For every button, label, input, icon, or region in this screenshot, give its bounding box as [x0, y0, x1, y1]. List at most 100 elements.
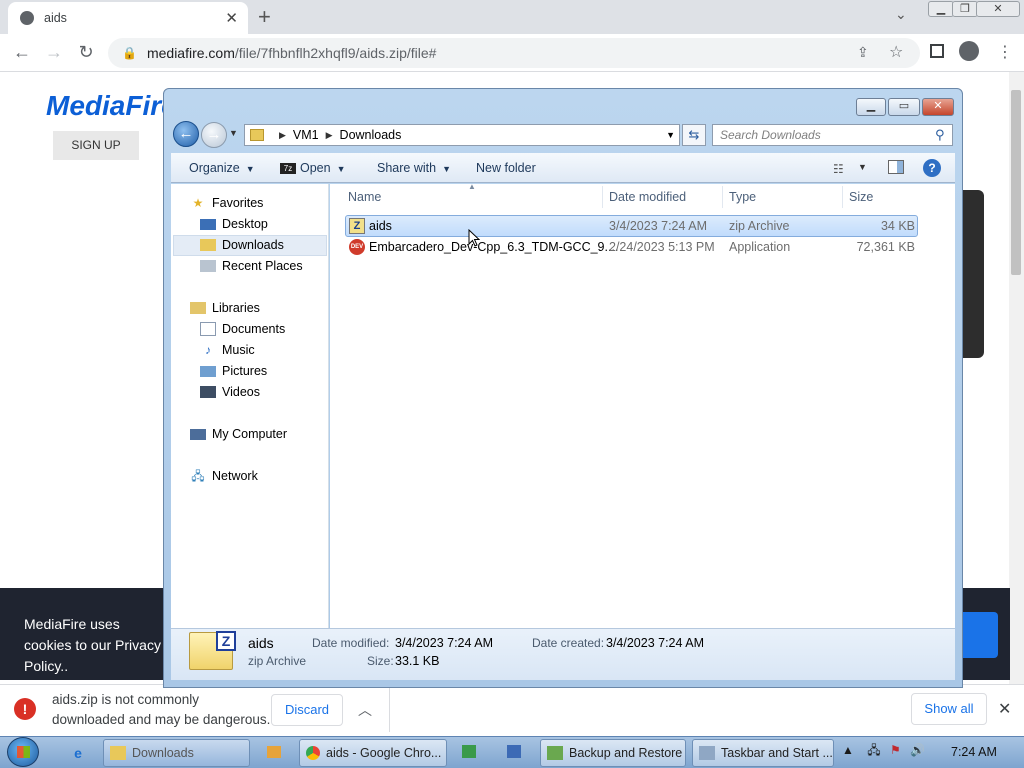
nav-label: Desktop: [222, 217, 268, 231]
preview-pane-icon[interactable]: [888, 160, 904, 174]
refresh-icon[interactable]: ⇆: [682, 124, 706, 146]
tray-volume-icon[interactable]: 🔊: [910, 743, 925, 757]
close-window-button[interactable]: ✕: [976, 1, 1020, 17]
share-with-button[interactable]: Share with ▼: [377, 161, 451, 175]
explorer-minimize-button[interactable]: ▁: [856, 98, 886, 116]
back-arrow-icon[interactable]: ←: [10, 42, 34, 63]
tab-search-chevron-icon[interactable]: ⌄: [895, 6, 907, 23]
search-icon[interactable]: ⚲: [935, 127, 945, 143]
breadcrumb-downloads[interactable]: Downloads: [340, 128, 402, 142]
tray-expand-icon[interactable]: ▲: [842, 743, 854, 757]
clock[interactable]: 7:24 AM: [951, 745, 997, 759]
taskbar-backup-restore[interactable]: Backup and Restore: [540, 739, 686, 767]
column-header-size[interactable]: Size: [849, 190, 873, 204]
tray-network-icon[interactable]: 🖧: [867, 743, 880, 757]
breadcrumb-vm1[interactable]: VM1: [293, 128, 319, 142]
discard-button[interactable]: Discard: [271, 694, 343, 726]
taskbar-label: aids - Google Chro...: [326, 746, 442, 760]
organize-button[interactable]: Organize ▼: [189, 161, 255, 175]
zip-archive-large-icon: Z: [189, 631, 236, 670]
column-separator[interactable]: [602, 186, 603, 208]
share-icon[interactable]: ⇪: [857, 44, 869, 61]
nav-downloads[interactable]: Downloads: [200, 238, 284, 252]
nav-favorites[interactable]: ★ Favorites: [190, 196, 264, 210]
tray-action-center-icon[interactable]: ⚑: [890, 743, 901, 757]
nav-videos[interactable]: Videos: [200, 385, 260, 399]
nav-pictures[interactable]: Pictures: [200, 364, 267, 378]
open-label: Open: [300, 161, 331, 175]
new-tab-button[interactable]: +: [258, 4, 271, 30]
nav-desktop[interactable]: Desktop: [200, 217, 268, 231]
visual-basic-app-icon[interactable]: [502, 741, 526, 765]
column-header-type[interactable]: Type: [729, 190, 756, 204]
close-icon[interactable]: ✕: [998, 699, 1011, 719]
minimize-button[interactable]: ▁: [928, 1, 954, 17]
profile-avatar[interactable]: [959, 41, 979, 61]
column-separator[interactable]: [842, 186, 843, 208]
address-dropdown-icon[interactable]: ▼: [666, 130, 675, 140]
backup-icon: [547, 746, 563, 760]
cookie-accept-button[interactable]: [960, 612, 998, 658]
nav-libraries[interactable]: Libraries: [190, 301, 260, 315]
pictures-icon: [200, 365, 216, 377]
address-bar[interactable]: 🔒 mediafire.com/file/7fhbnflh2xhqfl9/aid…: [108, 38, 920, 68]
file-name[interactable]: Embarcadero_Dev-Cpp_6.3_TDM-GCC_9....: [369, 240, 618, 254]
menu-kebab-icon[interactable]: ⋮: [997, 42, 1013, 62]
media-player-icon[interactable]: [262, 741, 286, 765]
details-file-type: zip Archive: [248, 654, 307, 668]
system-tray[interactable]: ▲ 🖧 ⚑ 🔊: [842, 741, 925, 762]
chevron-up-icon[interactable]: ︿: [358, 700, 372, 720]
view-options-icon[interactable]: ☷: [833, 162, 844, 176]
mediafire-logo[interactable]: MediaFire: [46, 90, 177, 122]
browser-tab[interactable]: aids ✕: [8, 2, 248, 34]
column-header-name[interactable]: Name: [348, 190, 381, 204]
help-icon[interactable]: ?: [923, 159, 941, 177]
organize-label: Organize: [189, 161, 240, 175]
history-dropdown-icon[interactable]: ▼: [229, 128, 238, 138]
search-input[interactable]: Search Downloads: [712, 124, 953, 146]
details-file-name: aids: [248, 635, 274, 651]
breadcrumb-arrow-icon[interactable]: ▶: [279, 130, 286, 141]
windows-logo-icon: [17, 746, 30, 758]
file-name[interactable]: aids: [369, 219, 392, 233]
taskbar-downloads[interactable]: Downloads: [103, 739, 250, 767]
nav-documents[interactable]: Documents: [200, 322, 285, 336]
sort-arrow-icon: ▲: [468, 182, 476, 191]
explorer-close-button[interactable]: ✕: [922, 98, 954, 116]
internet-explorer-icon[interactable]: e: [66, 741, 90, 765]
bookmark-star-icon[interactable]: ☆: [889, 42, 903, 62]
back-arrow-icon[interactable]: ←: [173, 121, 199, 147]
taskbar-taskbar-start[interactable]: Taskbar and Start ...: [692, 739, 834, 767]
new-folder-button[interactable]: New folder: [476, 161, 536, 175]
scrollbar-thumb[interactable]: [1011, 90, 1021, 275]
taskbar-chrome[interactable]: aids - Google Chro...: [299, 739, 447, 767]
breadcrumb-arrow-icon[interactable]: ▶: [326, 130, 333, 141]
column-separator[interactable]: [722, 186, 723, 208]
open-button[interactable]: 7z Open ▼: [280, 161, 346, 175]
forward-arrow-icon[interactable]: →: [42, 42, 66, 63]
nav-recent-places[interactable]: Recent Places: [200, 259, 303, 273]
spreadsheet-app-icon[interactable]: [457, 741, 481, 765]
nav-music[interactable]: ♪ Music: [200, 343, 255, 357]
nav-label: Videos: [222, 385, 260, 399]
signup-button[interactable]: SIGN UP: [53, 131, 139, 160]
reload-icon[interactable]: ↻: [74, 42, 98, 63]
explorer-address-bar[interactable]: ▶ VM1 ▶ Downloads ▼: [244, 124, 680, 146]
view-dropdown-icon[interactable]: ▼: [858, 162, 867, 172]
lock-icon: 🔒: [122, 46, 137, 60]
nav-my-computer[interactable]: My Computer: [190, 427, 287, 441]
details-size: 33.1 KB: [395, 654, 440, 668]
zip-file-icon: Z: [349, 218, 365, 234]
url-text: mediafire.com/file/7fhbnflh2xhqfl9/aids.…: [146, 45, 437, 61]
file-type: Application: [729, 240, 791, 254]
folder-icon: [110, 746, 126, 760]
explorer-maximize-button[interactable]: ▭: [888, 98, 920, 116]
nav-network[interactable]: 🖧 Network: [190, 469, 258, 483]
show-all-button[interactable]: Show all: [911, 693, 987, 725]
side-panel-icon[interactable]: [930, 44, 944, 58]
restore-button[interactable]: ❐: [952, 1, 978, 17]
start-button[interactable]: [7, 737, 39, 767]
tab-close-icon[interactable]: ✕: [225, 9, 238, 27]
column-header-date[interactable]: Date modified: [609, 190, 686, 204]
forward-arrow-icon[interactable]: →: [201, 122, 227, 148]
